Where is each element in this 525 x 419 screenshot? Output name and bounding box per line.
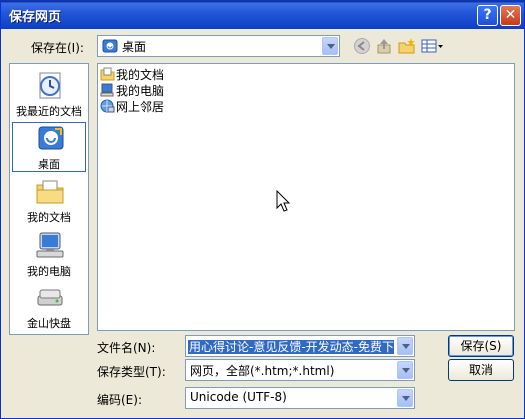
place-desktop[interactable]: 桌面: [12, 122, 86, 172]
window-title: 保存网页: [9, 10, 62, 25]
save-button[interactable]: 保存(S): [448, 335, 514, 357]
back-button[interactable]: [353, 37, 373, 55]
filename-value: 用心得讨论-意见反馈-开发动态-免费下载: [188, 340, 394, 354]
encoding-label: 编码(E):: [97, 393, 142, 407]
save-in-label: 保存在(I):: [31, 41, 84, 55]
close-button[interactable]: ✕: [500, 5, 521, 26]
recent-documents-icon: [34, 70, 66, 105]
place-label: 我最近的文档: [16, 105, 82, 118]
my-documents-icon: [100, 67, 115, 84]
chevron-down-icon: [322, 37, 338, 55]
my-computer-icon: [100, 83, 115, 100]
encoding-dropdown[interactable]: Unicode (UTF-8): [185, 387, 415, 409]
file-name: 网上邻居: [116, 100, 165, 114]
filetype-label: 保存类型(T):: [97, 365, 166, 379]
places-bar: 我最近的文档 桌面 我的文档 我的电脑 金山快盘: [9, 63, 89, 335]
place-label: 我的电脑: [27, 265, 71, 278]
view-grid-icon: [421, 39, 443, 53]
encoding-value: Unicode (UTF-8): [190, 390, 287, 404]
place-label: 我的文档: [27, 211, 71, 224]
my-computer-icon: [34, 230, 66, 265]
filetype-value: 网页，全部(*.htm;*.html): [190, 364, 335, 378]
cloud-drive-icon: [34, 282, 66, 317]
new-folder-icon: [398, 38, 415, 54]
back-arrow-icon: [354, 38, 370, 54]
file-list[interactable]: 我的文档 我的电脑 网上邻居: [97, 63, 515, 331]
mouse-cursor-icon: [276, 189, 291, 216]
place-recent-documents[interactable]: 我最近的文档: [12, 70, 86, 120]
my-documents-icon: [34, 176, 66, 211]
new-folder-button[interactable]: [397, 37, 417, 55]
place-my-computer[interactable]: 我的电脑: [12, 230, 86, 280]
place-cloud-drive[interactable]: 金山快盘: [12, 282, 86, 332]
filename-label: 文件名(N):: [97, 341, 156, 355]
save-webpage-dialog: 保存网页 ? ✕ 保存在(I): 桌面 我最近的文档 桌面 我的文档 我的电脑 …: [0, 0, 525, 419]
chevron-down-icon: [397, 389, 413, 407]
file-name: 我的文档: [116, 68, 165, 82]
place-label: 金山快盘: [27, 317, 71, 330]
place-my-documents[interactable]: 我的文档: [12, 176, 86, 226]
filetype-dropdown[interactable]: 网页，全部(*.htm;*.html): [185, 359, 415, 381]
place-label: 桌面: [38, 158, 60, 171]
file-name: 我的电脑: [116, 84, 165, 98]
desktop-small-icon: [102, 38, 118, 57]
help-button[interactable]: ?: [477, 5, 498, 26]
save-in-dropdown[interactable]: 桌面: [97, 35, 340, 57]
chevron-down-icon: [397, 361, 413, 379]
up-folder-icon: [377, 39, 391, 54]
view-menu-button[interactable]: [421, 37, 445, 55]
filename-input[interactable]: 用心得讨论-意见反馈-开发动态-免费下载: [185, 335, 415, 357]
title-bar: 保存网页 ? ✕: [1, 1, 524, 29]
up-folder-button[interactable]: [375, 37, 395, 55]
save-in-value: 桌面: [122, 40, 147, 54]
desktop-icon: [35, 123, 67, 158]
cancel-button[interactable]: 取消: [448, 359, 514, 381]
network-places-icon: [100, 99, 115, 116]
chevron-down-icon: [397, 337, 413, 355]
